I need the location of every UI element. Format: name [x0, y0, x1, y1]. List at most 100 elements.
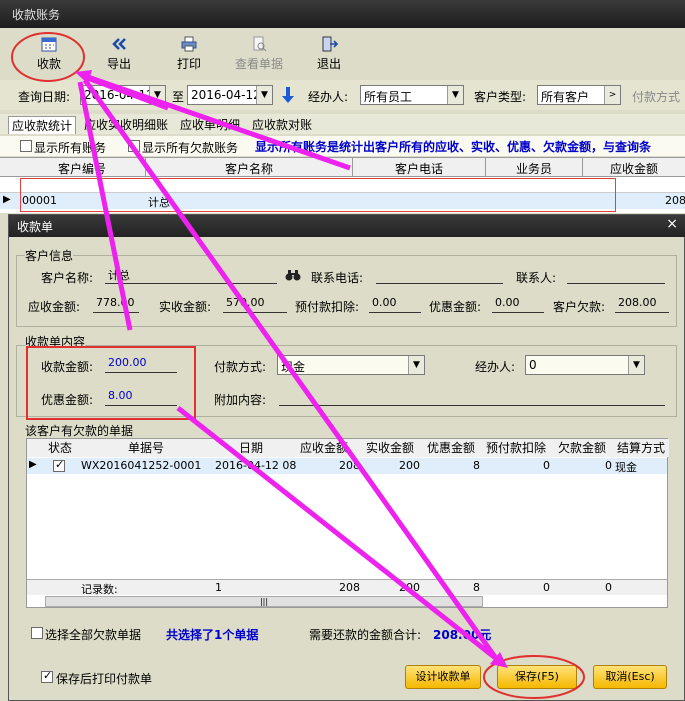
handler-label: 经办人: — [308, 90, 349, 104]
received-label: 实收金额: — [159, 300, 212, 314]
select-all-checkbox[interactable] — [31, 627, 43, 639]
chevron-right-icon: > — [604, 86, 620, 104]
chevron-down-icon: ▼ — [256, 86, 272, 104]
col-customer-name: 客户名称 — [224, 162, 273, 176]
received-field: 570.00 — [223, 296, 287, 313]
tab-bill-detail[interactable]: 应收单明细 — [180, 116, 240, 133]
col-receivable: 应收金额 — [289, 439, 359, 457]
customer-info-title: 客户信息 — [25, 247, 74, 264]
select-all-label: 选择全部欠款单据 — [45, 628, 142, 642]
toolbar: 收款 导出 打印 查看单据 退出 — [0, 28, 685, 78]
design-receipt-button[interactable]: 设计收款单 — [405, 665, 481, 689]
col-debt: 欠款金额 — [551, 439, 613, 457]
row-pointer-icon: ▶ — [3, 194, 11, 205]
date-from-picker[interactable]: 2016-04-12 ▼ — [80, 85, 166, 105]
prepaid-label: 预付款扣除: — [295, 300, 360, 314]
pay-method-select[interactable]: 现金 ▼ — [277, 355, 425, 375]
col-customer-id: 客户编号 — [57, 162, 106, 176]
total-value: 208.00元 — [433, 628, 492, 642]
receipt-dialog: 收款单 × 客户信息 客户名称: 计总 联系电话: 联系人: 应收金额: 778… — [8, 214, 685, 701]
receivable-label: 应收金额: — [28, 300, 81, 314]
customer-name-field[interactable]: 计总 — [105, 267, 277, 284]
total-label: 需要还款的金额合计: — [309, 628, 422, 642]
close-icon[interactable]: × — [666, 216, 678, 232]
customer-name-label: 客户名称: — [41, 271, 94, 285]
show-all-debt-checkbox[interactable] — [128, 140, 140, 152]
print-button[interactable]: 打印 — [164, 34, 214, 72]
chevron-down-icon: ▼ — [628, 356, 644, 374]
window-title: 收款账务 — [0, 0, 685, 28]
table-row[interactable]: ▶ WX2016041252-0001 2016-04-12 08 208 20… — [27, 458, 667, 474]
tab-bar: 应收款统计 应收实收明细账 应收单明细 应收款对账 — [0, 114, 685, 134]
col-settle: 结算方式 — [613, 439, 669, 457]
notice-text: 显示所有账务是统计出客户所有的应收、实收、优惠、欠款金额，与查询条 — [255, 140, 652, 154]
pay-method-label: 付款方式 — [632, 90, 681, 104]
contact-label: 联系人: — [516, 271, 557, 285]
tab-reconciliation[interactable]: 应收款对账 — [252, 116, 312, 133]
bills-grid: 状态 单据号 日期 应收金额 实收金额 优惠金额 预付款扣除 欠款金额 结算方式… — [26, 438, 669, 608]
col-customer-phone: 客户电话 — [394, 162, 443, 176]
customer-type-label: 客户类型: — [474, 90, 527, 104]
customer-info-box — [16, 255, 677, 327]
extra-label: 附加内容: — [214, 393, 267, 407]
col-salesman: 业务员 — [515, 162, 552, 176]
pay-method-label: 付款方式: — [214, 360, 267, 374]
col-prepaid: 预付款扣除 — [481, 439, 551, 457]
customer-type-select[interactable]: 所有客户 > — [537, 85, 621, 105]
highlight-box — [20, 178, 616, 212]
receive-button[interactable]: 收款 — [24, 34, 74, 72]
cancel-button[interactable]: 取消(Esc) — [593, 665, 667, 689]
date-to-picker[interactable]: 2016-04-12 ▼ — [187, 85, 273, 105]
handler-label: 经办人: — [475, 360, 516, 374]
discount-info-field: 0.00 — [492, 296, 544, 313]
discount-info-label: 优惠金额: — [429, 300, 482, 314]
dialog-title: 收款单 — [9, 215, 685, 237]
show-all-accounts-checkbox[interactable] — [20, 140, 32, 152]
printer-icon — [181, 36, 197, 52]
calendar-icon — [41, 37, 57, 52]
save-button[interactable]: 保存(F5) — [497, 665, 577, 689]
print-after-save-checkbox[interactable] — [41, 669, 53, 683]
selected-count-text: 共选择了1个单据 — [166, 628, 259, 642]
phone-field[interactable] — [376, 267, 503, 284]
col-receivable: 应收金额 — [609, 162, 658, 176]
highlight-box — [26, 346, 196, 420]
exit-door-icon — [322, 36, 338, 52]
grid-body: ▶ 00001 计总 208 — [0, 177, 685, 213]
print-after-save-label: 保存后打印付款单 — [56, 672, 153, 686]
extra-input[interactable] — [279, 389, 665, 406]
double-chevron-left-icon — [112, 38, 126, 50]
view-bill-button[interactable]: 查看单据 — [228, 34, 290, 72]
horizontal-scrollbar[interactable]: ||| — [45, 596, 483, 607]
chevron-down-icon: ▼ — [149, 86, 165, 104]
col-date: 日期 — [213, 439, 289, 457]
col-received: 实收金额 — [359, 439, 421, 457]
tab-receivable-stats[interactable]: 应收款统计 — [8, 116, 77, 134]
grid-footer: 记录数: 1 208 200 8 0 0 — [27, 579, 667, 596]
grid-header: 客户编号 客户名称 客户电话 业务员 应收金额 — [0, 157, 685, 178]
debt-label: 客户欠款: — [553, 300, 606, 314]
chevron-down-icon: ▼ — [447, 86, 463, 104]
handler-select[interactable]: 0 ▼ — [525, 355, 645, 375]
main-window: 收款账务 收款 导出 打印 查看单据 退出 查询日期: 2016-04-12 ▼ … — [0, 0, 685, 701]
col-bill-no: 单据号 — [79, 439, 213, 457]
binoculars-icon[interactable] — [285, 269, 301, 281]
bills-title: 该客户有欠款的单据 — [25, 424, 134, 438]
exit-button[interactable]: 退出 — [304, 34, 354, 72]
contact-field[interactable] — [567, 267, 665, 284]
show-all-debt-label: 显示所有欠款账务 — [142, 141, 239, 155]
handler-select[interactable]: 所有员工 ▼ — [360, 85, 464, 105]
export-button[interactable]: 导出 — [94, 34, 144, 72]
date-label: 查询日期: — [18, 90, 71, 104]
filter-bar: 查询日期: 2016-04-12 ▼ 至 2016-04-12 ▼ 经办人: 所有员… — [0, 80, 685, 110]
tab-receivable-detail[interactable]: 应收实收明细账 — [84, 116, 168, 133]
arrow-down-icon[interactable] — [281, 86, 295, 104]
prepaid-field: 0.00 — [369, 296, 421, 313]
document-search-icon — [253, 36, 267, 52]
show-all-accounts-label: 显示所有账务 — [34, 141, 107, 155]
row-checkbox[interactable] — [53, 458, 65, 472]
receivable-field: 778.00 — [93, 296, 139, 313]
col-discount: 优惠金额 — [421, 439, 481, 457]
to-label: 至 — [172, 90, 185, 104]
col-status: 状态 — [41, 439, 79, 457]
